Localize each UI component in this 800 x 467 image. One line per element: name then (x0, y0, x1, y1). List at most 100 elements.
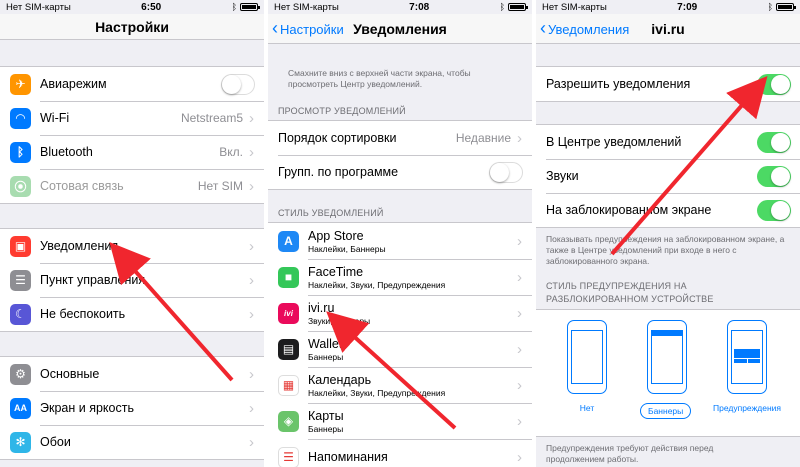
app-row[interactable]: A App Store Наклейки, Баннеры › (268, 223, 532, 259)
row-lock-screen[interactable]: На заблокированном экране (536, 193, 800, 227)
chevron-left-icon: ‹ (540, 18, 546, 38)
row-allow-notifications[interactable]: Разрешить уведомления (536, 67, 800, 101)
view-options: Порядок сортировки Недавние › Групп. по … (268, 120, 532, 190)
apps-list: A App Store Наклейки, Баннеры › ■ FaceTime Нак… (268, 222, 532, 467)
app-row[interactable]: ▤ Wallet Баннеры › (268, 331, 532, 367)
app-store-icon: A (278, 230, 299, 252)
control-center-icon: ☰ (10, 269, 31, 291)
app-name: FaceTime (308, 264, 364, 279)
row-wifi[interactable]: ◠ Wi-Fi Netstream5 › (0, 101, 264, 135)
bluetooth-icon: ᛒ (10, 141, 31, 163)
app-row[interactable]: ivi ivi.ru Звуки, Баннеры › (268, 295, 532, 331)
battery-icon (775, 3, 796, 11)
calendar-icon: ▦ (278, 374, 299, 396)
app-notification-styles: Наклейки, Звуки, Предупреждения (308, 387, 446, 398)
footer-note-2: продолжением работы. (546, 454, 639, 464)
notifications-icon: ▣ (10, 235, 31, 257)
app-notification-settings-screen: Нет SIM-карты 7:09 ᛒ ‹ Уведомления ivi.ru… (536, 0, 800, 467)
footer-note-1: Предупреждения требуют действия перед (546, 443, 714, 453)
group-by-app-toggle[interactable] (489, 161, 523, 183)
bluetooth-status-icon: ᛒ (767, 2, 773, 12)
lock-screen-toggle[interactable] (757, 199, 791, 221)
chevron-right-icon: › (249, 433, 254, 451)
row-display[interactable]: AA Экран и яркость › (0, 391, 264, 425)
alert-style-header-2: РАЗБЛОКИРОВАННОМ УСТРОЙСТВЕ (546, 294, 714, 304)
row-sounds[interactable]: Звуки (536, 159, 800, 193)
reminders-icon: ☰ (278, 446, 299, 467)
chevron-right-icon: › (249, 109, 254, 127)
row-wallpaper[interactable]: ✻ Обои › (0, 425, 264, 459)
notification-center-toggle[interactable] (757, 131, 791, 153)
battery-icon (507, 3, 528, 11)
style-alerts-label[interactable]: Предупреждения (706, 403, 788, 413)
app-name: Напоминания (308, 449, 388, 464)
row-notification-center[interactable]: В Центре уведомлений (536, 125, 800, 159)
page-title: Настройки (95, 18, 169, 35)
row-cellular[interactable]: ⦿ Сотовая связь Нет SIM › (0, 169, 264, 203)
airplane-icon: ✈ (10, 73, 31, 95)
row-group-by-app[interactable]: Групп. по программе (268, 155, 532, 189)
status-bar: Нет SIM-карты 6:50 ᛒ (0, 0, 264, 14)
chevron-right-icon: › (517, 304, 522, 322)
allow-notifications-toggle[interactable] (757, 73, 791, 95)
section-header-view: ПРОСМОТР УВЕДОМЛЕНИЙ (278, 106, 406, 116)
row-sort-order[interactable]: Порядок сортировки Недавние › (268, 121, 532, 155)
style-alerts-phone-icon[interactable] (727, 320, 767, 394)
app-row[interactable]: ■ FaceTime Наклейки, Звуки, Предупреждения… (268, 259, 532, 295)
row-control-center[interactable]: ☰ Пункт управления › (0, 263, 264, 297)
alert-style-picker: Нет Баннеры Предупреждения (536, 309, 800, 437)
app-row[interactable]: ◈ Карты Баннеры › (268, 403, 532, 439)
app-row[interactable]: ▦ Календарь Наклейки, Звуки, Предупреждени… (268, 367, 532, 403)
chevron-right-icon: › (249, 305, 254, 323)
wallpaper-icon: ✻ (10, 431, 31, 453)
page-title: Уведомления (353, 20, 447, 37)
app-name: App Store (308, 228, 364, 243)
chevron-right-icon: › (517, 376, 522, 394)
airplane-toggle[interactable] (221, 73, 255, 95)
app-name: Карты (308, 408, 344, 423)
battery-icon (239, 3, 260, 11)
row-bluetooth[interactable]: ᛒ Bluetooth Вкл. › (0, 135, 264, 169)
settings-screen: Нет SIM-карты 6:50 ᛒ Настройки ✈ Авиареж… (0, 0, 264, 467)
cellular-icon: ⦿ (10, 175, 31, 197)
chevron-right-icon: › (517, 268, 522, 286)
app-notification-styles: Звуки, Баннеры (308, 315, 371, 326)
style-none-phone-icon[interactable] (567, 320, 607, 394)
app-notification-styles: Баннеры (308, 351, 344, 362)
app-notification-styles: Наклейки, Звуки, Предупреждения (308, 279, 446, 290)
row-do-not-disturb[interactable]: ☾ Не беспокоить › (0, 297, 264, 331)
row-general[interactable]: ⚙ Основные › (0, 357, 264, 391)
nav-bar: ‹ Настройки Уведомления (268, 14, 532, 44)
style-none-label[interactable]: Нет (566, 403, 608, 413)
style-banners-phone-icon[interactable] (647, 320, 687, 394)
carrier-label: Нет SIM-карты (274, 1, 339, 13)
clock: 7:09 (677, 1, 698, 13)
sounds-toggle[interactable] (757, 165, 791, 187)
nav-bar: ‹ Уведомления ivi.ru (536, 14, 800, 44)
chevron-right-icon: › (249, 365, 254, 383)
clock: 7:08 (409, 1, 430, 13)
wifi-icon: ◠ (10, 107, 31, 129)
row-airplane[interactable]: ✈ Авиарежим (0, 67, 264, 101)
do-not-disturb-icon: ☾ (10, 303, 31, 325)
bluetooth-status-icon: ᛒ (231, 2, 237, 12)
lock-screen-note: Показывать предупреждения на заблокирова… (546, 234, 785, 266)
carrier-label: Нет SIM-карты (542, 1, 607, 13)
app-name: Календарь (308, 372, 372, 387)
app-row[interactable]: ☰ Напоминания › (268, 439, 532, 467)
chevron-right-icon: › (249, 177, 254, 195)
gear-icon: ⚙ (10, 363, 31, 385)
allow-section: Разрешить уведомления (536, 66, 800, 102)
style-banners-label[interactable]: Баннеры (640, 403, 692, 419)
settings-group-connectivity: ✈ Авиарежим ◠ Wi-Fi Netstream5 › ᛒ Bluet… (0, 66, 264, 204)
nav-bar: Настройки (0, 14, 264, 40)
chevron-right-icon: › (249, 271, 254, 289)
settings-group-notifications: ▣ Уведомления › ☰ Пункт управления › ☾ Н… (0, 228, 264, 332)
clock: 6:50 (141, 1, 162, 13)
back-button[interactable]: ‹ Уведомления (540, 14, 629, 44)
back-button[interactable]: ‹ Настройки (272, 14, 344, 44)
row-notifications[interactable]: ▣ Уведомления › (0, 229, 264, 263)
facetime-icon: ■ (278, 266, 299, 288)
page-title: ivi.ru (651, 20, 685, 37)
intro-note: Смахните вниз с верхней части экрана, чт… (288, 68, 471, 89)
